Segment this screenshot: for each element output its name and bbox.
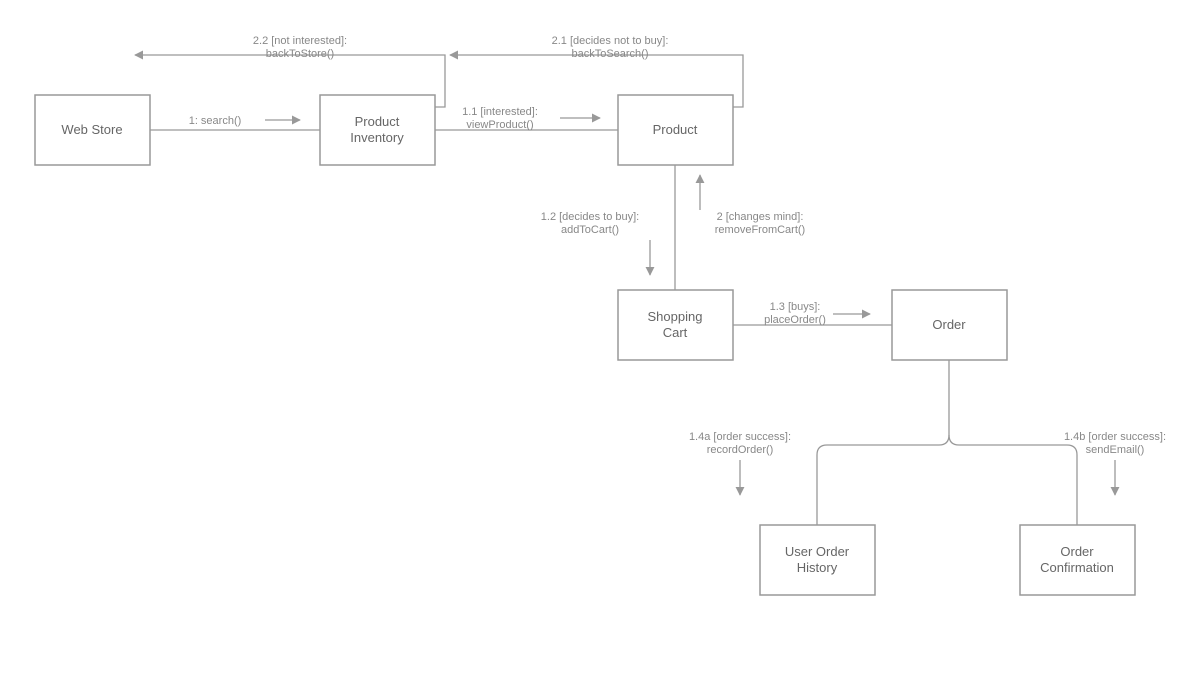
edge-order-fork: 1.4a [order success]: recordOrder() 1.4b… <box>689 360 1166 525</box>
label-search: 1: search() <box>189 115 242 127</box>
label-user-order-history-1: User Order <box>785 544 850 559</box>
label-place-order-2: placeOrder() <box>764 314 826 326</box>
label-user-order-history-2: History <box>797 560 838 575</box>
label-add-to-cart-2: addToCart() <box>561 224 619 236</box>
label-back-to-search-2: backToSearch() <box>571 48 648 60</box>
label-send-email-2: sendEmail() <box>1086 444 1145 456</box>
label-view-product-1: 1.1 [interested]: <box>462 106 538 118</box>
edge-search: 1: search() <box>150 115 320 130</box>
node-web-store: Web Store <box>35 95 150 165</box>
collaboration-diagram: Web Store Product Inventory Product Shop… <box>0 0 1200 686</box>
label-shopping-cart-1: Shopping <box>648 309 703 324</box>
label-back-to-store-1: 2.2 [not interested]: <box>253 35 347 47</box>
node-product-inventory: Product Inventory <box>320 95 435 165</box>
label-product-inventory-1: Product <box>355 114 400 129</box>
node-shopping-cart: Shopping Cart <box>618 290 733 360</box>
node-order-confirmation: Order Confirmation <box>1020 525 1135 595</box>
edge-place-order: 1.3 [buys]: placeOrder() <box>733 301 892 326</box>
label-send-email-1: 1.4b [order success]: <box>1064 431 1166 443</box>
label-order-confirmation-2: Confirmation <box>1040 560 1114 575</box>
edge-view-product: 1.1 [interested]: viewProduct() <box>435 106 618 131</box>
label-web-store: Web Store <box>61 122 122 137</box>
label-order: Order <box>932 317 966 332</box>
label-shopping-cart-2: Cart <box>663 325 688 340</box>
label-view-product-2: viewProduct() <box>466 119 533 131</box>
label-product: Product <box>653 122 698 137</box>
label-back-to-search-1: 2.1 [decides not to buy]: <box>552 35 669 47</box>
node-product: Product <box>618 95 733 165</box>
edge-product-cart: 1.2 [decides to buy]: addToCart() 2 [cha… <box>541 165 805 290</box>
label-record-order-1: 1.4a [order success]: <box>689 431 791 443</box>
label-remove-from-cart-2: removeFromCart() <box>715 224 805 236</box>
label-remove-from-cart-1: 2 [changes mind]: <box>717 211 804 223</box>
node-user-order-history: User Order History <box>760 525 875 595</box>
label-order-confirmation-1: Order <box>1060 544 1094 559</box>
node-order: Order <box>892 290 1007 360</box>
label-record-order-2: recordOrder() <box>707 444 774 456</box>
label-add-to-cart-1: 1.2 [decides to buy]: <box>541 211 639 223</box>
label-back-to-store-2: backToStore() <box>266 48 334 60</box>
label-place-order-1: 1.3 [buys]: <box>770 301 821 313</box>
label-product-inventory-2: Inventory <box>350 130 404 145</box>
